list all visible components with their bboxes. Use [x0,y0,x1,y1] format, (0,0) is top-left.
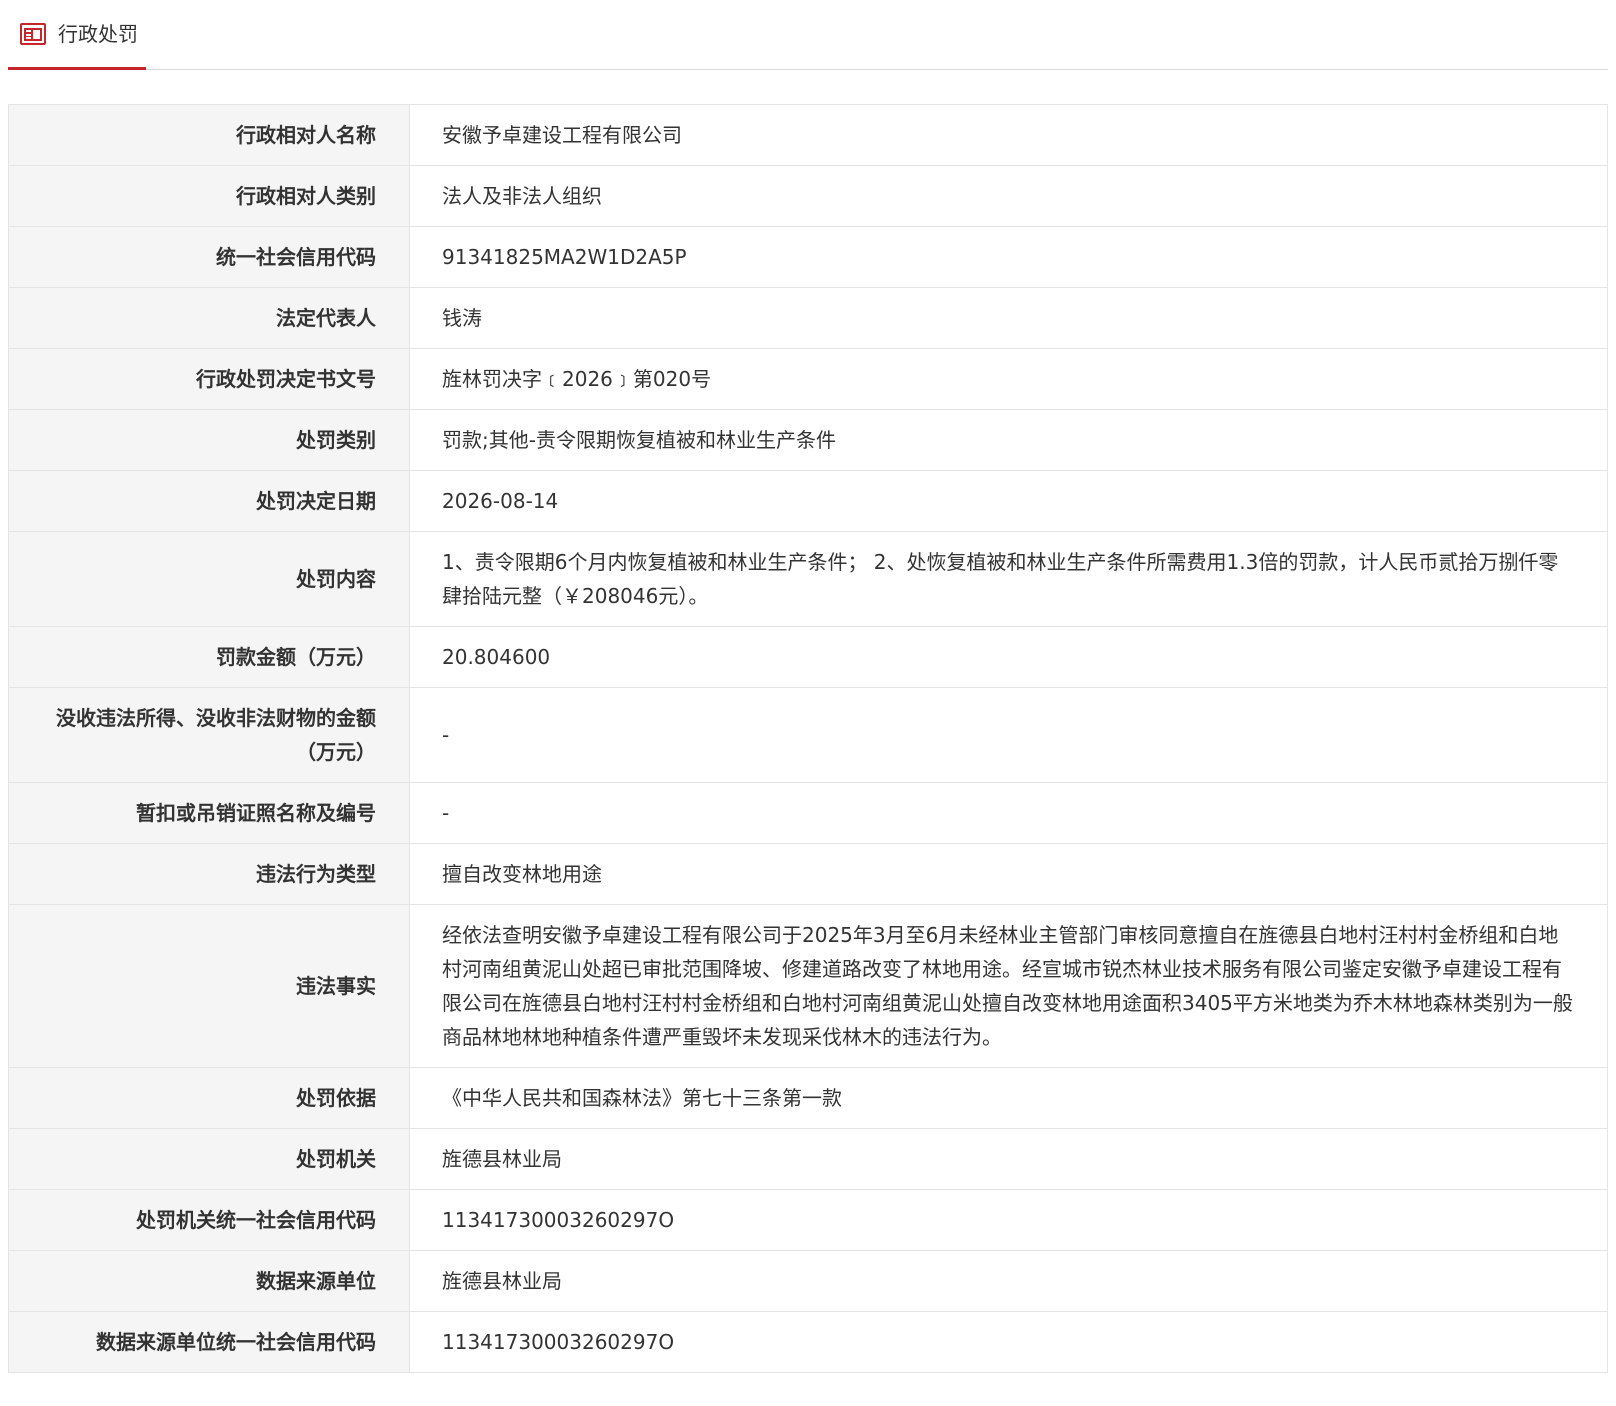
row-value: 安徽予卓建设工程有限公司 [409,104,1608,166]
row-label: 行政相对人名称 [8,104,410,166]
table-row: 没收违法所得、没收非法财物的金额（万元） - [8,687,1608,783]
table-row: 处罚依据 《中华人民共和国森林法》第七十三条第一款 [8,1067,1608,1129]
row-label: 没收违法所得、没收非法财物的金额（万元） [8,687,410,783]
table-row: 处罚内容 1、责令限期6个月内恢复植被和林业生产条件； 2、处恢复植被和林业生产… [8,531,1608,627]
row-value: 91341825MA2W1D2A5P [409,226,1608,288]
row-label: 违法事实 [8,904,410,1068]
row-value: 2026-08-14 [409,470,1608,532]
table-row: 处罚机关统一社会信用代码 11341730003260297O [8,1189,1608,1251]
table-row: 法定代表人 钱涛 [8,287,1608,349]
row-value: - [409,782,1608,844]
row-label: 暂扣或吊销证照名称及编号 [8,782,410,844]
row-value: 1、责令限期6个月内恢复植被和林业生产条件； 2、处恢复植被和林业生产条件所需费… [409,531,1608,627]
row-value: 旌德县林业局 [409,1128,1608,1190]
row-label: 数据来源单位 [8,1250,410,1312]
row-label: 处罚机关统一社会信用代码 [8,1189,410,1251]
table-row: 数据来源单位 旌德县林业局 [8,1250,1608,1312]
row-label: 法定代表人 [8,287,410,349]
row-label: 统一社会信用代码 [8,226,410,288]
table-row: 暂扣或吊销证照名称及编号 - [8,782,1608,844]
table-row: 行政相对人类别 法人及非法人组织 [8,165,1608,227]
document-list-icon [20,22,46,45]
section-title: 行政处罚 [58,21,138,46]
table-row: 罚款金额（万元） 20.804600 [8,626,1608,688]
row-label: 行政相对人类别 [8,165,410,227]
row-value: 旌林罚决字﹝2026﹞第020号 [409,348,1608,410]
row-value: 法人及非法人组织 [409,165,1608,227]
row-label: 违法行为类型 [8,843,410,905]
table-row: 行政相对人名称 安徽予卓建设工程有限公司 [8,104,1608,166]
row-value: 擅自改变林地用途 [409,843,1608,905]
table-row: 数据来源单位统一社会信用代码 11341730003260297O [8,1311,1608,1373]
section-header: 行政处罚 [8,0,1608,70]
table-row: 处罚类别 罚款;其他-责令限期恢复植被和林业生产条件 [8,409,1608,471]
tab-administrative-penalty[interactable]: 行政处罚 [8,0,146,70]
penalty-detail-table: 行政相对人名称 安徽予卓建设工程有限公司 行政相对人类别 法人及非法人组织 统一… [8,104,1608,1373]
row-value: 经依法查明安徽予卓建设工程有限公司于2025年3月至6月未经林业主管部门审核同意… [409,904,1608,1068]
row-label: 处罚内容 [8,531,410,627]
row-value: 《中华人民共和国森林法》第七十三条第一款 [409,1067,1608,1129]
table-row: 违法事实 经依法查明安徽予卓建设工程有限公司于2025年3月至6月未经林业主管部… [8,904,1608,1068]
row-label: 处罚依据 [8,1067,410,1129]
row-value: 20.804600 [409,626,1608,688]
table-row: 行政处罚决定书文号 旌林罚决字﹝2026﹞第020号 [8,348,1608,410]
table-row: 处罚机关 旌德县林业局 [8,1128,1608,1190]
table-row: 处罚决定日期 2026-08-14 [8,470,1608,532]
row-label: 处罚类别 [8,409,410,471]
table-row: 统一社会信用代码 91341825MA2W1D2A5P [8,226,1608,288]
row-value: 11341730003260297O [409,1189,1608,1251]
row-value: 罚款;其他-责令限期恢复植被和林业生产条件 [409,409,1608,471]
row-value: 旌德县林业局 [409,1250,1608,1312]
table-row: 违法行为类型 擅自改变林地用途 [8,843,1608,905]
row-label: 行政处罚决定书文号 [8,348,410,410]
row-value: 11341730003260297O [409,1311,1608,1373]
row-value: 钱涛 [409,287,1608,349]
row-label: 处罚决定日期 [8,470,410,532]
row-label: 数据来源单位统一社会信用代码 [8,1311,410,1373]
row-label: 罚款金额（万元） [8,626,410,688]
row-value: - [409,687,1608,783]
row-label: 处罚机关 [8,1128,410,1190]
